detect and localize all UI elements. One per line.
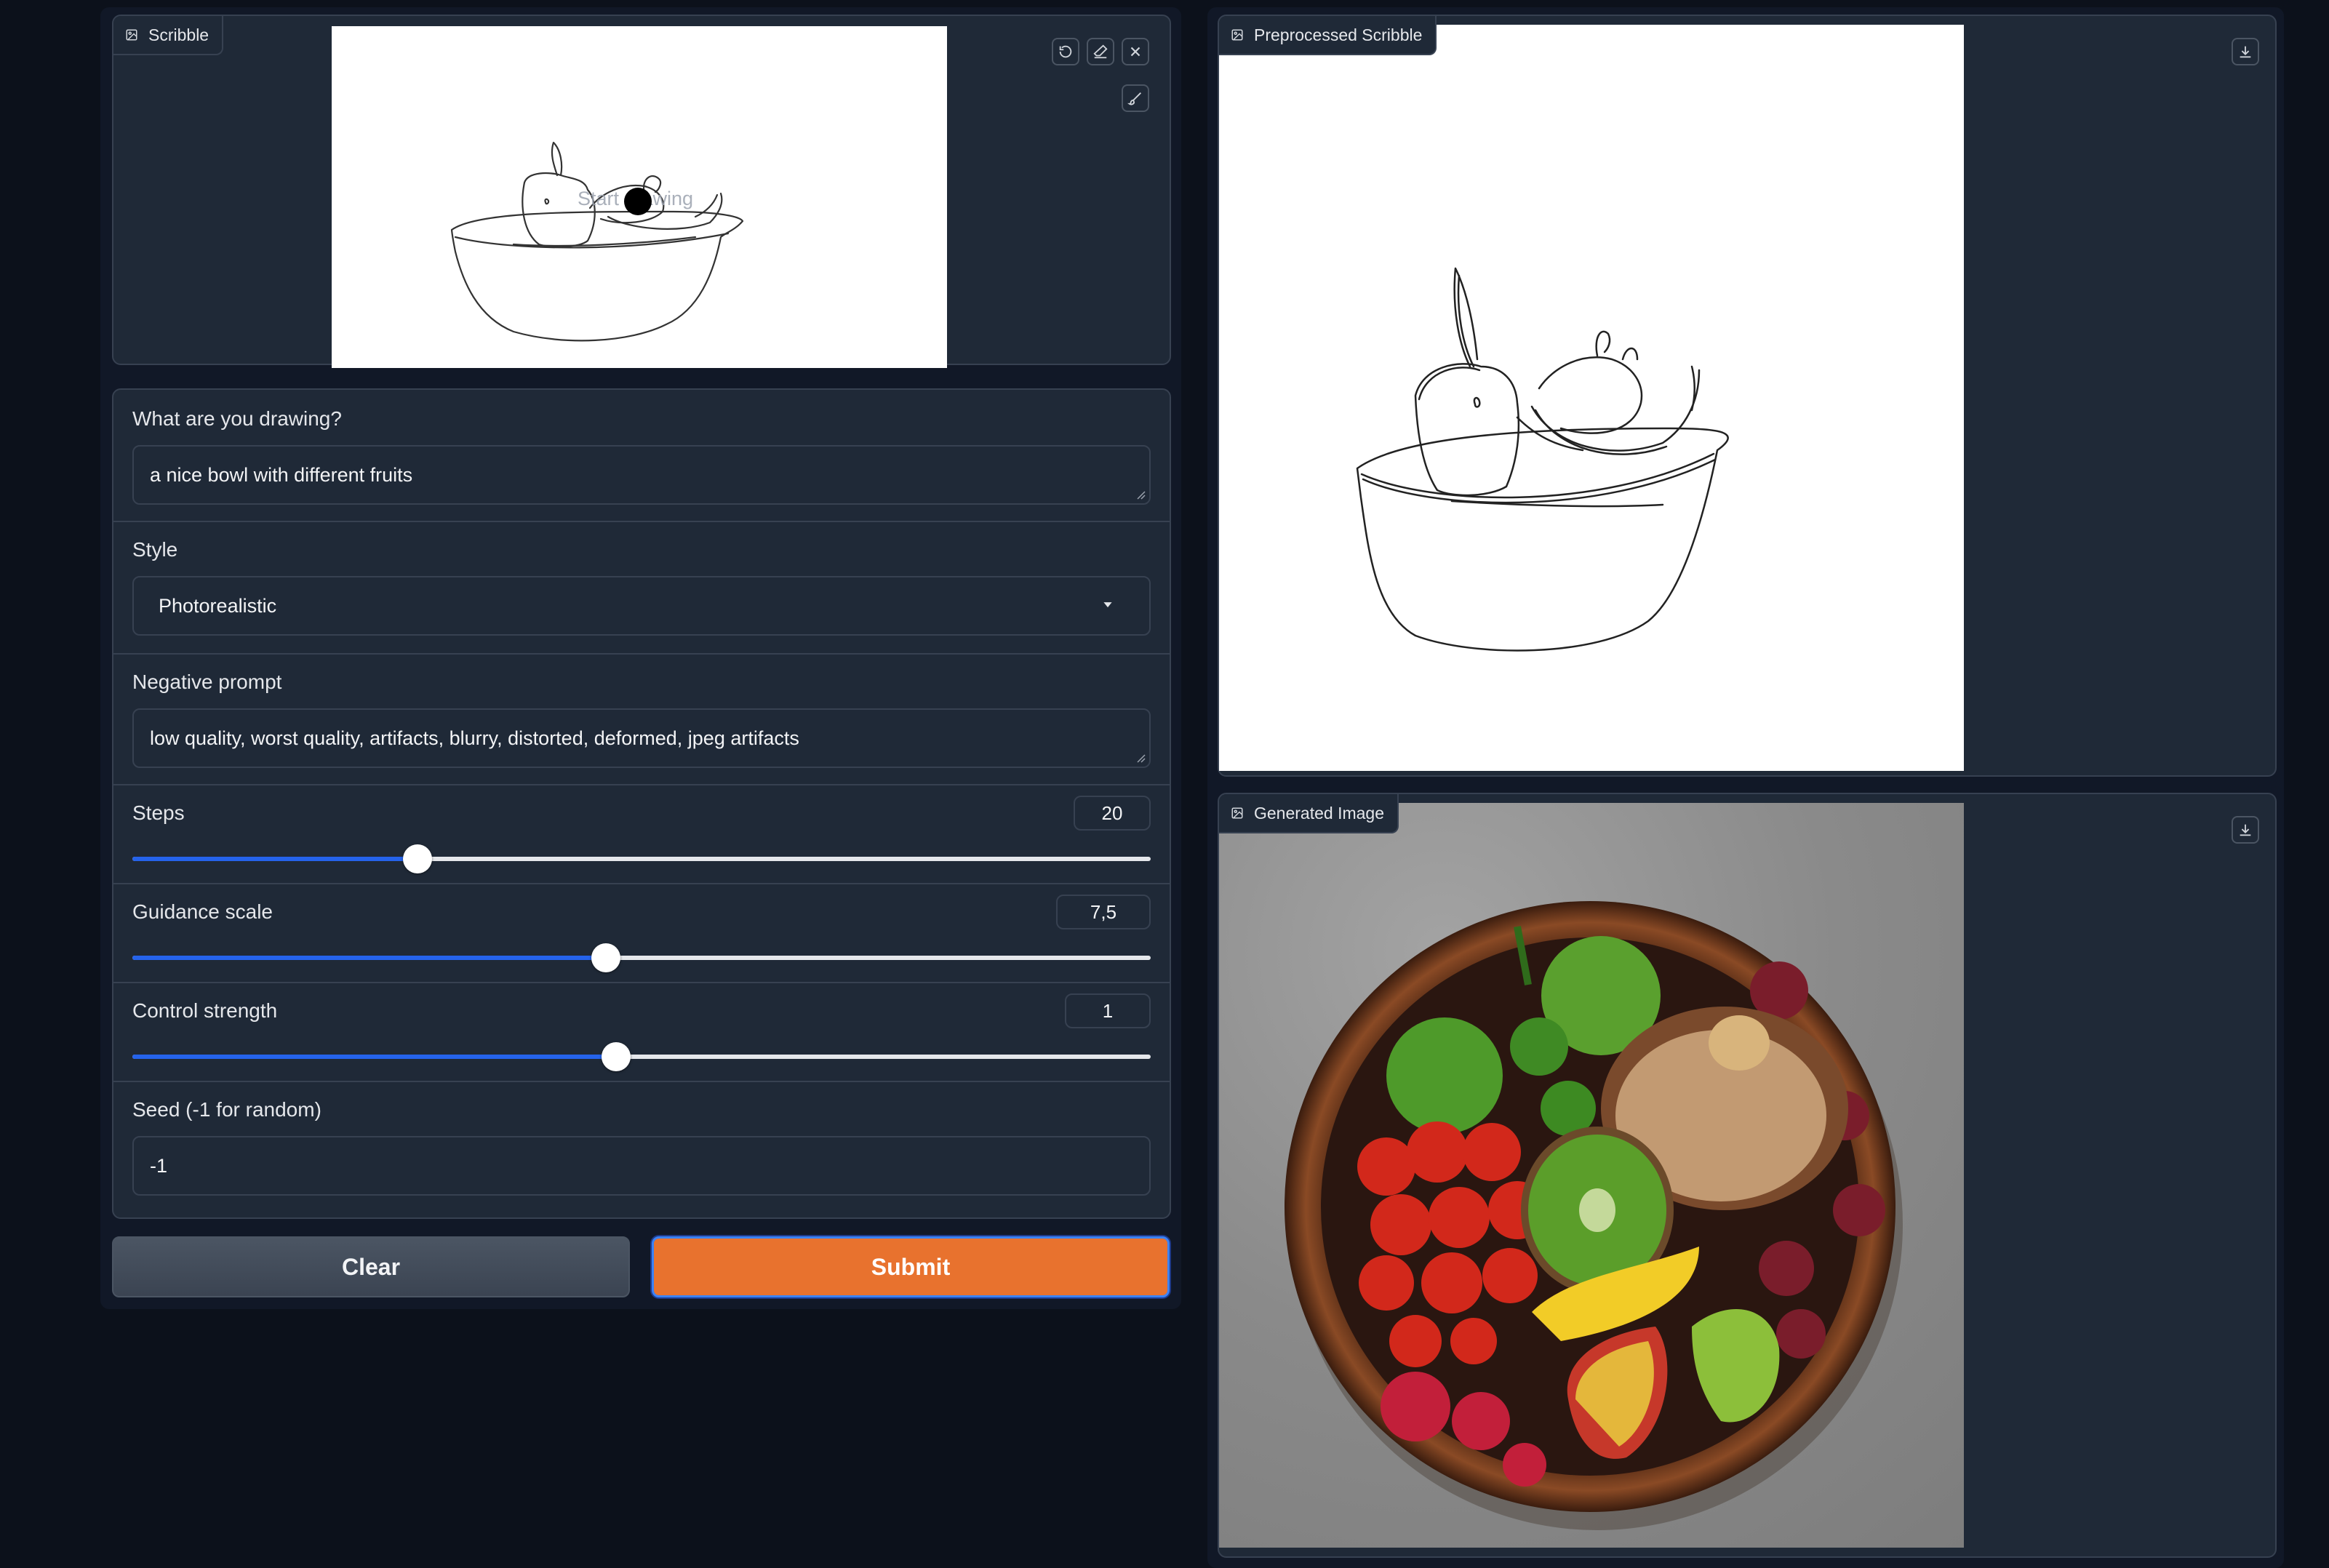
preprocessed-image — [1219, 25, 1964, 771]
steps-value: 20 — [1101, 801, 1123, 824]
undo-button[interactable] — [1052, 38, 1079, 65]
generated-label-text: Generated Image — [1254, 803, 1385, 823]
eraser-icon — [1093, 44, 1108, 59]
control-slider[interactable] — [132, 1042, 1151, 1071]
generated-label: Generated Image — [1219, 794, 1399, 833]
download-preprocessed-button[interactable] — [2232, 38, 2259, 65]
download-generated-button[interactable] — [2232, 816, 2259, 844]
style-dropdown[interactable]: Photorealistic — [132, 576, 1151, 636]
chevron-down-icon — [1103, 602, 1112, 608]
control-slider-fill — [132, 1055, 616, 1059]
left-column: Scribble Start drawing What are you draw… — [100, 7, 1181, 1309]
preprocessed-drawing — [1356, 267, 1729, 652]
negative-textarea[interactable]: low quality, worst quality, artifacts, b… — [132, 708, 1151, 768]
negative-value: low quality, worst quality, artifacts, b… — [150, 727, 799, 749]
clear-button-label: Clear — [341, 1253, 401, 1280]
generated-panel: Generated Image — [1218, 793, 2277, 1558]
submit-button[interactable]: Submit — [652, 1236, 1170, 1297]
image-icon — [126, 29, 137, 41]
scribble-canvas[interactable]: Start drawing — [332, 26, 947, 368]
style-label: Style — [132, 538, 178, 561]
download-icon — [2240, 824, 2251, 836]
brush-cursor — [624, 188, 652, 215]
seed-input[interactable]: -1 — [132, 1136, 1151, 1196]
preprocessed-panel: Preprocessed Scribble — [1218, 15, 2277, 777]
submit-button-label: Submit — [871, 1253, 951, 1280]
clear-button[interactable]: Clear — [112, 1236, 630, 1297]
steps-slider-thumb[interactable] — [403, 844, 432, 873]
steps-number-input[interactable]: 20 — [1074, 796, 1151, 831]
fruit-bowl-illustration — [1285, 901, 1903, 1530]
control-slider-thumb[interactable] — [602, 1042, 631, 1071]
prompt-row: What are you drawing? a nice bowl with d… — [113, 390, 1170, 522]
guidance-label: Guidance scale — [132, 900, 273, 923]
resize-grip-icon[interactable] — [1136, 753, 1146, 764]
preprocessed-label: Preprocessed Scribble — [1219, 16, 1437, 55]
prompt-textarea[interactable]: a nice bowl with different fruits — [132, 445, 1151, 505]
close-icon — [1130, 47, 1140, 57]
brush-button[interactable] — [1122, 84, 1149, 112]
brush-icon — [1127, 92, 1141, 105]
eraser-button[interactable] — [1087, 38, 1114, 65]
control-label: Control strength — [132, 999, 278, 1022]
control-row: Control strength 1 — [113, 982, 1170, 1082]
download-icon — [2240, 46, 2251, 58]
negative-label: Negative prompt — [132, 671, 282, 693]
steps-slider-fill — [132, 857, 418, 861]
image-icon — [1231, 807, 1243, 819]
close-button[interactable] — [1122, 38, 1149, 65]
control-number-input[interactable]: 1 — [1065, 993, 1151, 1028]
steps-row: Steps 20 — [113, 784, 1170, 884]
settings-panel: What are you drawing? a nice bowl with d… — [112, 388, 1171, 1219]
steps-slider[interactable] — [132, 844, 1151, 873]
guidance-slider[interactable] — [132, 943, 1151, 972]
negative-row: Negative prompt low quality, worst quali… — [113, 653, 1170, 785]
image-icon — [1231, 29, 1243, 41]
guidance-slider-fill — [132, 956, 606, 960]
style-row: Style Photorealistic — [113, 521, 1170, 655]
scribble-label-text: Scribble — [148, 25, 209, 44]
control-value: 1 — [1102, 999, 1114, 1022]
right-column: Preprocessed Scribble Generated Image — [1207, 7, 2284, 1568]
undo-icon — [1059, 45, 1072, 58]
prompt-label: What are you drawing? — [132, 407, 342, 430]
preprocessed-label-text: Preprocessed Scribble — [1254, 25, 1423, 44]
generated-image — [1219, 803, 1964, 1548]
steps-label: Steps — [132, 801, 185, 824]
resize-grip-icon[interactable] — [1136, 490, 1146, 500]
seed-label: Seed (-1 for random) — [132, 1098, 321, 1121]
guidance-value: 7,5 — [1090, 900, 1117, 923]
style-value: Photorealistic — [159, 594, 277, 617]
prompt-value: a nice bowl with different fruits — [150, 463, 413, 486]
scribble-panel: Scribble Start drawing — [112, 15, 1171, 368]
guidance-slider-thumb[interactable] — [591, 943, 620, 972]
guidance-row: Guidance scale 7,5 — [113, 883, 1170, 983]
seed-value: -1 — [150, 1154, 168, 1177]
scribble-label: Scribble — [113, 16, 224, 55]
seed-row: Seed (-1 for random) -1 — [113, 1081, 1170, 1219]
guidance-number-input[interactable]: 7,5 — [1056, 895, 1151, 929]
